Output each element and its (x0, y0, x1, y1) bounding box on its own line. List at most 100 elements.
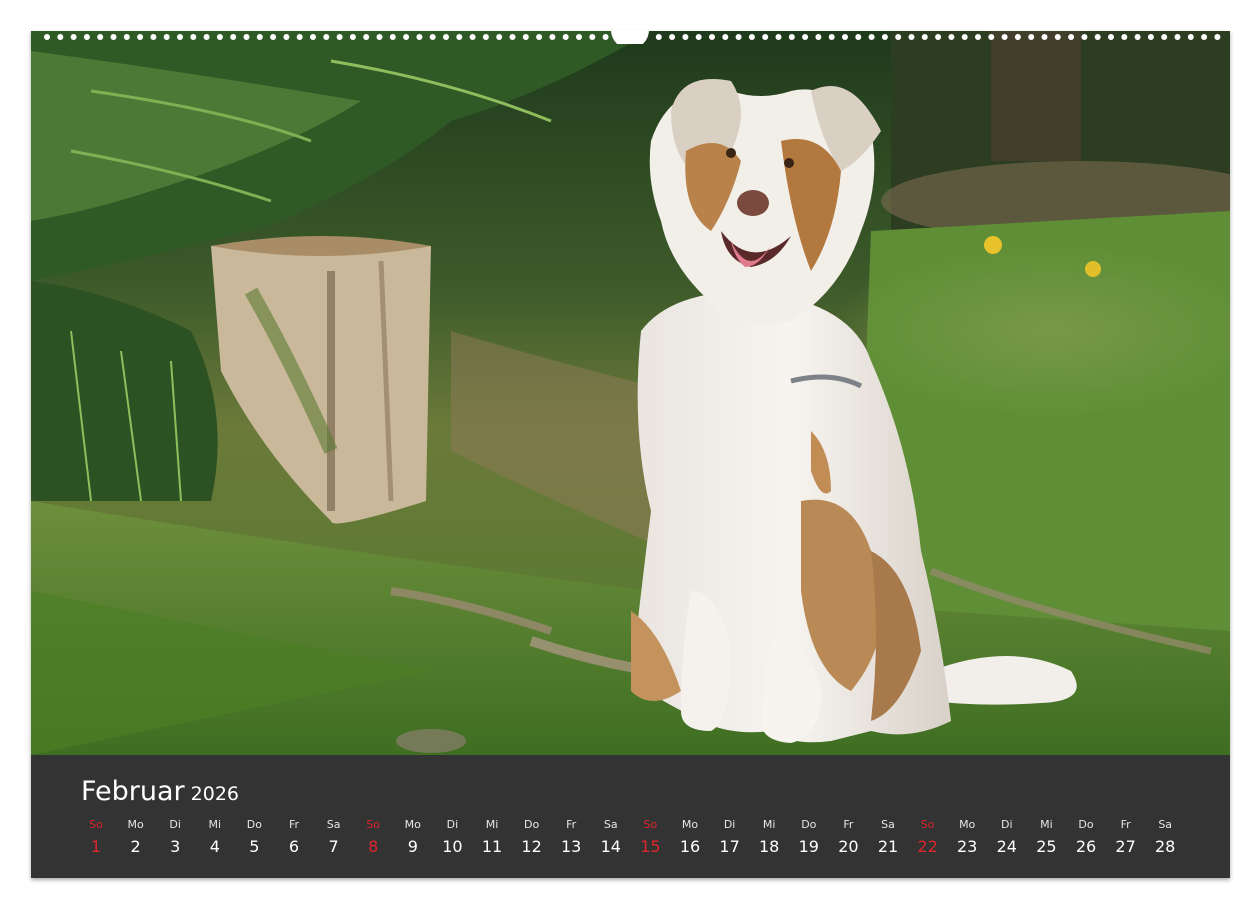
weekday-label: Di (169, 818, 181, 831)
day-number: 2 (130, 837, 141, 856)
binding-hole (961, 34, 968, 40)
weekday-label: Fr (288, 818, 300, 831)
binding-hole (975, 34, 981, 40)
binding-hole (389, 34, 396, 40)
binding-hole (190, 34, 197, 40)
day-number: 27 (1115, 837, 1136, 856)
binding-hole (1174, 34, 1181, 40)
binding-hole (935, 34, 942, 40)
day-number: 23 (957, 837, 978, 856)
binding-hole (336, 34, 343, 40)
weekday-label: Do (1078, 818, 1094, 831)
binding-hole (150, 34, 157, 40)
day-number: 10 (442, 837, 463, 856)
binding-hole (1054, 34, 1061, 40)
weekday-label: Fr (566, 818, 577, 831)
day-number: 7 (328, 837, 339, 856)
weekday-label: Sa (1158, 818, 1173, 831)
weekday-label: Mi (762, 818, 776, 831)
binding-hole (589, 34, 596, 40)
binding-hole (762, 34, 769, 40)
binding-hole (602, 34, 609, 40)
weekday-label: Do (523, 818, 540, 831)
binding-hole (828, 34, 835, 40)
binding-hole (70, 34, 77, 40)
day-number: 3 (170, 837, 181, 856)
binding-hole (1014, 34, 1021, 40)
binding-hole (921, 34, 928, 40)
day-number: 18 (759, 837, 780, 856)
binding-hole (57, 34, 64, 40)
day-number: 8 (368, 837, 379, 856)
weekday-label: So (920, 818, 935, 831)
weekday-label: Do (801, 818, 817, 831)
binding-hole (695, 34, 702, 40)
binding-hole (429, 34, 436, 40)
binding-hole (349, 34, 356, 40)
binding-hole (296, 34, 303, 40)
day-number: 11 (481, 837, 503, 856)
day-number: 22 (917, 837, 938, 856)
binding-hole (469, 34, 476, 40)
weekday-label: Mo (404, 818, 421, 831)
day-number: 20 (838, 837, 859, 856)
weekday-label: Sa (326, 818, 341, 831)
binding-hole (855, 34, 862, 40)
weekday-label: Mi (1040, 818, 1053, 831)
binding-hole (110, 34, 117, 40)
binding-hole (562, 34, 569, 40)
hanger-notch (611, 30, 649, 44)
binding-hole (842, 34, 848, 40)
weekday-label: Mi (208, 818, 222, 831)
binding-hole (908, 34, 915, 40)
binding-hole (881, 34, 888, 40)
weekday-label: Mi (485, 818, 499, 831)
day-number: 5 (249, 837, 260, 856)
binding-hole (376, 34, 383, 40)
binding-hole (948, 34, 955, 40)
binding-hole (1201, 34, 1208, 40)
day-number: 4 (209, 837, 220, 856)
binding-hole (123, 34, 130, 40)
day-number: 25 (1036, 837, 1057, 856)
weekday-label: So (366, 818, 381, 831)
day-number: 9 (407, 837, 418, 856)
binding-hole (988, 34, 995, 40)
binding-hole (576, 34, 582, 40)
binding-hole (283, 34, 290, 40)
binding-hole (230, 34, 237, 40)
day-number: 17 (719, 837, 740, 856)
binding-hole (256, 34, 263, 40)
day-row: So 1 Mo 2 Di 3 Mi 4 Do 5 Fr 6 Sa 7 So 8 Mo 9 Di 10 Mi 11 Do 12 F… (31, 755, 1230, 878)
binding-hole (1094, 34, 1101, 40)
day-number: 12 (521, 837, 542, 856)
binding-hole (482, 34, 489, 40)
weekday-label: Di (446, 818, 459, 831)
binding-hole (536, 34, 543, 40)
dog-photo (31, 31, 1230, 755)
weekday-label: So (643, 818, 658, 831)
binding-hole (1081, 34, 1088, 40)
binding-hole (735, 34, 742, 40)
binding-hole (549, 34, 556, 40)
binding-hole (868, 34, 875, 40)
calendar-strip: Februar 2026 So 1 Mo 2 Di 3 Mi 4 Do 5 Fr 6 Sa 7 So 8 Mo 9 D… (31, 755, 1230, 878)
binding-hole (1121, 34, 1128, 40)
binding-hole (1134, 34, 1141, 40)
binding-hole (655, 34, 662, 40)
weekday-label: Sa (881, 818, 895, 831)
binding-hole (1001, 34, 1008, 40)
weekday-label: Di (723, 818, 736, 831)
binding-hole (416, 34, 423, 40)
binding-hole (895, 34, 902, 40)
day-number: 1 (90, 837, 102, 856)
day-number: 24 (996, 837, 1017, 856)
weekday-label: Mo (681, 818, 699, 831)
binding-hole (403, 34, 410, 40)
weekday-label: Fr (843, 818, 854, 831)
day-number: 14 (600, 837, 621, 856)
binding-hole (496, 34, 503, 40)
binding-hole (1214, 34, 1221, 40)
binding-hole (522, 34, 529, 40)
binding-hole (83, 34, 90, 40)
